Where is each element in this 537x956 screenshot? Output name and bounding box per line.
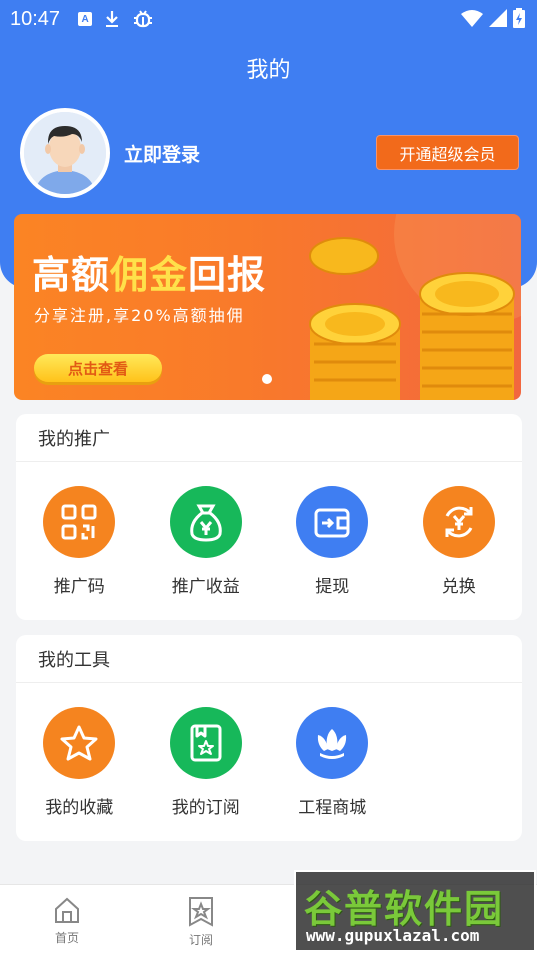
- promo-banner[interactable]: 高额佣金回报 分享注册,享20%高额抽佣 点击查看: [14, 214, 521, 400]
- battery-charging-icon: [513, 8, 525, 28]
- status-icons-right: [461, 8, 525, 28]
- user-avatar-icon: [24, 112, 106, 194]
- banner-title-part3: 回报: [188, 253, 267, 297]
- carousel-indicator[interactable]: [262, 374, 272, 384]
- grid-label: 推广码: [53, 577, 105, 597]
- banner-subtitle: 分享注册,享20%高额抽佣: [34, 306, 245, 325]
- download-icon: [106, 11, 119, 27]
- wallet-icon: [296, 486, 369, 558]
- money-bag-icon: [169, 486, 242, 558]
- qrcode-icon: [43, 486, 116, 558]
- tab-home[interactable]: 首页: [0, 885, 134, 956]
- grid-label: 兑换: [441, 577, 476, 597]
- grid-item-withdraw[interactable]: 提现: [269, 486, 396, 597]
- login-link[interactable]: 立即登录: [124, 140, 200, 167]
- tab-subscribe[interactable]: 订阅: [134, 885, 268, 956]
- subscribe-icon: [169, 707, 242, 779]
- promotion-grid: 推广码 推广收益 提现 兑换: [16, 462, 522, 597]
- tools-title: 我的工具: [16, 635, 522, 683]
- bug-icon: [134, 10, 153, 28]
- banner-title-highlight: 佣金: [110, 253, 189, 297]
- promotion-title: 我的推广: [16, 414, 522, 462]
- wifi-icon: [461, 10, 483, 27]
- home-icon: [55, 897, 79, 923]
- signal-icon: [489, 9, 507, 27]
- tab-label: 首页: [54, 931, 79, 945]
- site-watermark: 谷普软件园 www.gupuxlazal.com: [294, 870, 536, 952]
- tools-grid: 我的收藏 我的订阅 工程商城: [16, 683, 522, 818]
- tab-label: 订阅: [188, 933, 213, 947]
- grid-label: 推广收益: [171, 577, 240, 597]
- page-title: 我的: [246, 58, 291, 83]
- watermark-title: 谷普软件园: [304, 887, 505, 931]
- banner-title: 高额佣金回报: [32, 244, 266, 299]
- grid-label: 提现: [315, 577, 350, 597]
- grid-item-promo-code[interactable]: 推广码: [16, 486, 143, 597]
- grid-item-exchange[interactable]: 兑换: [396, 486, 523, 597]
- watermark-url: www.gupuxlazal.com: [306, 926, 480, 945]
- status-time: 10:47: [10, 7, 61, 30]
- grid-item-subscriptions[interactable]: 我的订阅: [143, 707, 270, 818]
- grid-label: 我的收藏: [45, 798, 114, 818]
- grid-label: 工程商城: [298, 798, 367, 818]
- exchange-icon: [422, 486, 495, 558]
- status-bar: 10:47 A: [0, 0, 537, 38]
- promotion-card: 我的推广 推广码 推广收益 提现 兑换: [16, 414, 522, 620]
- tools-card: 我的工具 我的收藏 我的订阅 工程商城: [16, 635, 522, 841]
- grid-item-engineering-mall[interactable]: 工程商城: [269, 707, 396, 818]
- avatar[interactable]: [20, 108, 110, 198]
- banner-view-button[interactable]: 点击查看: [34, 354, 162, 382]
- banner-title-part1: 高额: [32, 253, 111, 297]
- grid-item-promo-earnings[interactable]: 推广收益: [143, 486, 270, 597]
- grid-item-favorites[interactable]: 我的收藏: [16, 707, 143, 818]
- shell-icon: [296, 707, 369, 779]
- star-icon: [43, 707, 116, 779]
- a-badge-icon: A: [78, 12, 93, 26]
- status-icons-left: A: [78, 9, 154, 29]
- open-vip-button[interactable]: 开通超级会员: [376, 135, 519, 170]
- grid-label: 我的订阅: [171, 798, 240, 818]
- gold-coins-icon: [309, 214, 521, 400]
- subscribe-tab-icon: [189, 897, 213, 927]
